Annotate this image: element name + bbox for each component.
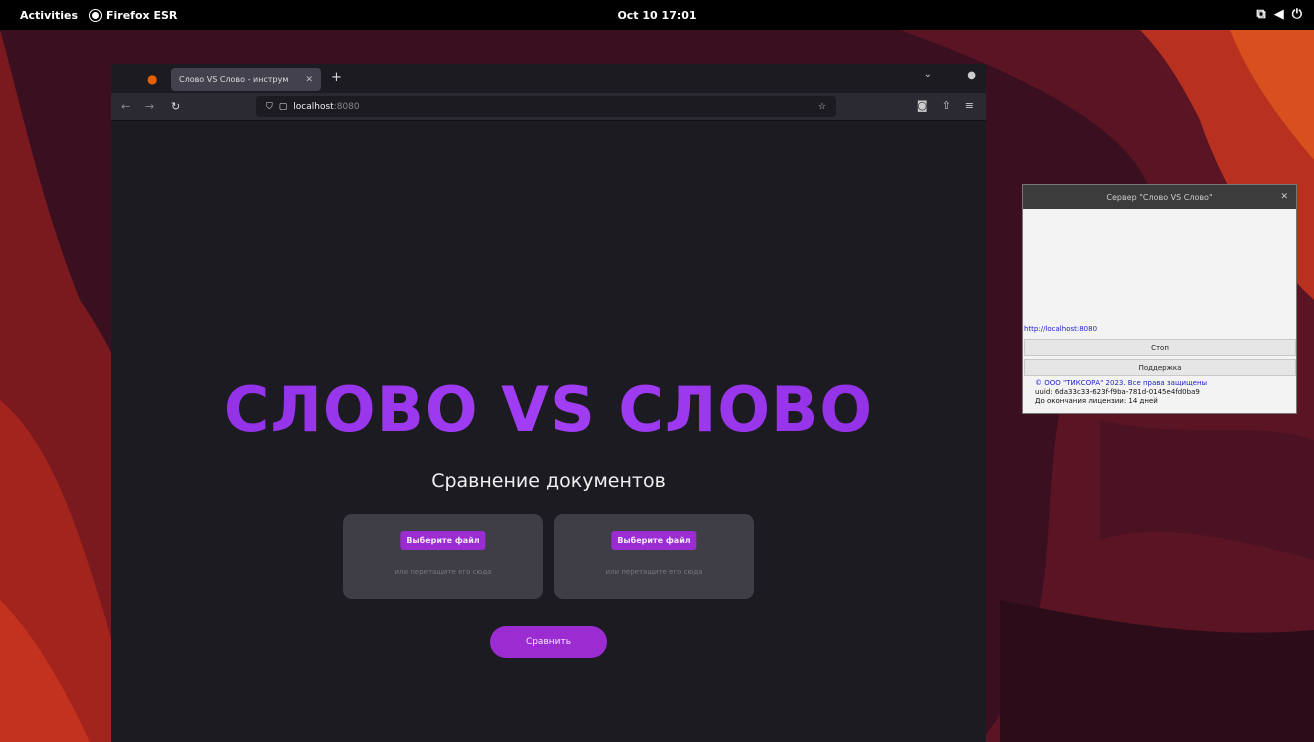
system-tray[interactable]: ⧉ ◀ ⏻: [1256, 7, 1302, 22]
top-bar: Activities Firefox ESR Oct 10 17:01 ⧉ ◀ …: [0, 0, 1314, 30]
page-info-icon[interactable]: ▢: [279, 102, 288, 112]
tab-close-icon[interactable]: ✕: [305, 75, 313, 85]
activities-button[interactable]: Activities: [20, 9, 78, 22]
forward-icon[interactable]: →: [145, 100, 154, 113]
page-subtitle: Сравнение документов: [431, 470, 666, 492]
url-port: :8080: [333, 101, 360, 112]
bookmark-star-icon[interactable]: ☆: [818, 102, 826, 112]
tab-title: Слово VS Слово - инструм: [179, 75, 289, 84]
support-button[interactable]: Поддержка: [1024, 359, 1296, 376]
shield-icon[interactable]: ⛉: [266, 102, 273, 112]
tab-strip: ● Слово VS Слово - инструм ✕ + ⌄ ●: [111, 64, 986, 93]
url-host: localhost: [293, 101, 334, 112]
back-icon[interactable]: ←: [121, 100, 130, 113]
new-tab-button[interactable]: +: [331, 70, 342, 85]
dialog-title: Сервер "Слово VS Слово": [1106, 193, 1213, 202]
dialog-titlebar[interactable]: Сервер "Слово VS Слово" ✕: [1023, 185, 1296, 209]
license-info: © ООО "ТИКСОРА" 2023. Все права защищены…: [1035, 379, 1207, 406]
browser-window: ● Слово VS Слово - инструм ✕ + ⌄ ● ← → ↻…: [111, 64, 986, 742]
menu-icon[interactable]: ≡: [965, 99, 974, 112]
choose-file-button-left[interactable]: Выберите файл: [400, 531, 486, 550]
stop-button[interactable]: Стоп: [1024, 339, 1296, 356]
extensions-icon[interactable]: ⇧: [942, 99, 951, 112]
compare-button[interactable]: Сравнить: [490, 626, 607, 658]
reload-icon[interactable]: ↻: [171, 100, 180, 113]
power-icon[interactable]: ⏻: [1292, 7, 1302, 22]
app-menu[interactable]: Firefox ESR: [90, 9, 177, 22]
list-tabs-icon[interactable]: ⌄: [924, 69, 932, 80]
clock[interactable]: Oct 10 17:01: [617, 9, 696, 22]
tab-active[interactable]: Слово VS Слово - инструм ✕: [171, 68, 321, 91]
file-drop-zone-right[interactable]: Выберите файл или перетащите его сюда: [554, 514, 754, 599]
network-icon[interactable]: ⧉: [1256, 7, 1265, 22]
firefox-icon: [90, 10, 101, 21]
nav-bar: ← → ↻ ⛉ ▢ localhost:8080 ☆ ◙ ⇧ ≡: [111, 93, 986, 121]
file-drop-zone-left[interactable]: Выберите файл или перетащите его сюда: [343, 514, 543, 599]
dialog-body: http://localhost:8080 Стоп Поддержка © О…: [1023, 209, 1296, 413]
page-content: СЛОВО VS СЛОВО Сравнение документов Выбе…: [111, 121, 986, 742]
drop-hint-right: или перетащите его сюда: [605, 568, 703, 576]
toolbar-right: ◙ ⇧ ≡: [917, 99, 974, 112]
server-link[interactable]: http://localhost:8080: [1024, 325, 1097, 333]
drop-hint-left: или перетащите его сюда: [394, 568, 492, 576]
pocket-icon[interactable]: ◙: [917, 99, 928, 112]
clock-container: Oct 10 17:01: [0, 9, 1314, 22]
dialog-close-icon[interactable]: ✕: [1280, 192, 1288, 202]
url-bar[interactable]: ⛉ ▢ localhost:8080 ☆: [256, 96, 836, 117]
choose-file-button-right[interactable]: Выберите файл: [611, 531, 697, 550]
app-menu-label: Firefox ESR: [106, 9, 178, 22]
server-dialog: Сервер "Слово VS Слово" ✕ http://localho…: [1022, 184, 1297, 414]
copyright-text: © ООО "ТИКСОРА" 2023. Все права защищены: [1035, 379, 1208, 387]
window-close-icon[interactable]: ●: [967, 70, 976, 81]
volume-icon[interactable]: ◀: [1274, 7, 1284, 22]
license-text: До окончания лицензии: 14 дней: [1035, 397, 1158, 405]
uuid-text: uuid: 6da33c33-623f-f9ba-781d-0145e4fd0b…: [1035, 388, 1200, 396]
firefox-view-icon[interactable]: ●: [147, 72, 157, 86]
page-title: СЛОВО VS СЛОВО: [111, 373, 986, 446]
